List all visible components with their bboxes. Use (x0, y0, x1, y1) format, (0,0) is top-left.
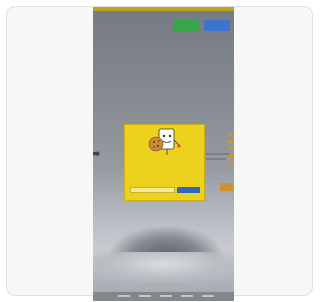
cookie-mascot-icon (148, 128, 181, 155)
email-input[interactable] (130, 187, 175, 193)
mobile-page: ➥ (93, 7, 234, 301)
submit-button[interactable] (177, 187, 200, 193)
cookie-popup (124, 124, 205, 201)
